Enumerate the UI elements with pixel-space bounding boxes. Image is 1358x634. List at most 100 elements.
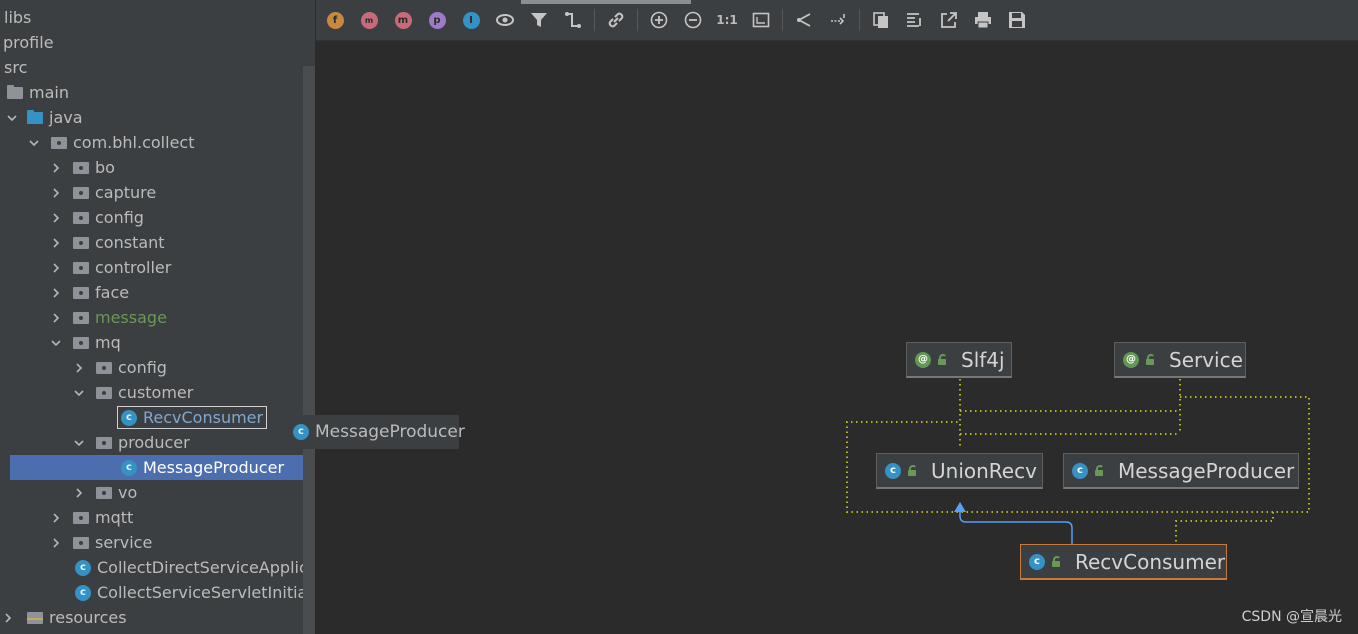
chevron-right-icon[interactable] — [50, 312, 62, 324]
tree-item-servlet-initializer[interactable]: c CollectServiceServletInitialize — [0, 580, 315, 605]
properties-icon[interactable]: m — [393, 10, 413, 30]
print-icon[interactable] — [973, 10, 993, 30]
tree-item-face[interactable]: face — [0, 280, 315, 305]
tree-item-producer[interactable]: producer — [0, 430, 315, 455]
chevron-right-icon[interactable] — [50, 262, 62, 274]
filter-icon[interactable] — [529, 10, 549, 30]
chevron-right-icon[interactable] — [2, 612, 14, 624]
watermark: CSDN @宣晨光 — [1241, 609, 1342, 625]
tree-item-bo[interactable]: bo — [0, 155, 315, 180]
chevron-right-icon[interactable] — [50, 512, 62, 524]
apply-layout-icon[interactable] — [828, 10, 848, 30]
tree-scrollbar[interactable] — [303, 66, 315, 634]
fields-icon[interactable]: f — [325, 10, 345, 30]
diagram-toolbar: f m m p I 1:1 — [316, 0, 1358, 41]
tree-item-resources[interactable]: resources — [0, 605, 315, 630]
resources-folder-icon — [26, 610, 44, 626]
tree-item-label: config — [118, 358, 167, 377]
tree-item-application-class[interactable]: c CollectDirectServiceApplicati — [0, 555, 315, 580]
node-label: Service — [1169, 347, 1243, 372]
save-icon[interactable] — [1007, 10, 1027, 30]
tree-item-label: capture — [95, 183, 157, 202]
lock-icon — [1145, 353, 1155, 366]
inner-classes-icon-letter: I — [462, 11, 480, 29]
tree-item-profile[interactable]: profile — [0, 30, 315, 55]
visibility-icon[interactable] — [495, 10, 515, 30]
edge-icon[interactable] — [563, 10, 583, 30]
copy-icon[interactable] — [871, 10, 891, 30]
node-label: RecvConsumer — [1075, 549, 1226, 574]
package-icon — [72, 335, 90, 351]
tree-item-config[interactable]: config — [0, 205, 315, 230]
zoom-in-icon[interactable] — [649, 10, 669, 30]
tree-item-label: customer — [118, 383, 194, 402]
package-icon[interactable]: p — [427, 10, 447, 30]
chevron-down-icon[interactable] — [6, 112, 18, 124]
tree-item-label: profile — [3, 33, 54, 52]
fit-content-icon[interactable] — [751, 10, 771, 30]
chevron-right-icon[interactable] — [50, 537, 62, 549]
chevron-right-icon[interactable] — [50, 212, 62, 224]
tree-item-message-producer[interactable]: c MessageProducer — [10, 455, 315, 480]
package-icon — [72, 185, 90, 201]
tree-item-message[interactable]: message — [0, 305, 315, 330]
node-slf4j[interactable]: @ Slf4j — [906, 342, 1012, 378]
node-label: MessageProducer — [1118, 458, 1295, 483]
package-icon — [72, 285, 90, 301]
tree-item-label: mq — [95, 333, 121, 352]
annotation-icon: @ — [1123, 351, 1139, 368]
zoom-out-icon[interactable] — [683, 10, 703, 30]
node-recv-consumer[interactable]: c RecvConsumer — [1020, 544, 1227, 580]
package-icon — [95, 485, 113, 501]
tree-item-label: com.bhl.collect — [73, 133, 195, 152]
tree-item-main[interactable]: main — [0, 80, 315, 105]
diagram-canvas[interactable]: @ Slf4j @ Service c UnionRecv c MessageP… — [316, 41, 1358, 634]
tree-item-constant[interactable]: constant — [0, 230, 315, 255]
node-message-producer[interactable]: c MessageProducer — [1063, 453, 1299, 489]
chevron-right-icon[interactable] — [50, 287, 62, 299]
tree-item-java[interactable]: java — [0, 105, 315, 130]
tree-item-label: RecvConsumer — [143, 408, 264, 427]
package-icon — [72, 510, 90, 526]
tree-item-mqtt[interactable]: mqtt — [0, 505, 315, 530]
tree-item-mq-config[interactable]: config — [0, 355, 315, 380]
layout-icon[interactable] — [794, 10, 814, 30]
tree-item-customer[interactable]: customer — [0, 380, 315, 405]
chevron-down-icon[interactable] — [73, 437, 85, 449]
link-icon[interactable] — [606, 10, 626, 30]
export-icon[interactable] — [939, 10, 959, 30]
tree-item-label: producer — [118, 433, 190, 452]
chevron-down-icon[interactable] — [28, 137, 40, 149]
tree-item-service[interactable]: service — [0, 530, 315, 555]
chevron-down-icon[interactable] — [73, 387, 85, 399]
chevron-right-icon[interactable] — [50, 187, 62, 199]
tree-item-recv-consumer[interactable]: c RecvConsumer — [0, 405, 315, 430]
methods-icon[interactable]: m — [359, 10, 379, 30]
chevron-right-icon[interactable] — [50, 237, 62, 249]
toolbar-separator — [782, 9, 783, 31]
tree-item-capture[interactable]: capture — [0, 180, 315, 205]
chevron-right-icon[interactable] — [73, 362, 85, 374]
package-icon-letter: p — [428, 11, 446, 29]
tree-item-vo[interactable]: vo — [0, 480, 315, 505]
actual-size-button[interactable]: 1:1 — [716, 10, 738, 30]
export-text-icon[interactable] — [905, 10, 925, 30]
package-icon — [95, 435, 113, 451]
toolbar-separator — [637, 9, 638, 31]
chevron-down-icon[interactable] — [50, 337, 62, 349]
chevron-right-icon[interactable] — [50, 162, 62, 174]
tree-item-package-root[interactable]: com.bhl.collect — [0, 130, 315, 155]
chevron-right-icon[interactable] — [73, 487, 85, 499]
tree-item-label: libs — [4, 8, 32, 27]
tree-item-libs[interactable]: libs — [0, 5, 315, 30]
inner-classes-icon[interactable]: I — [461, 10, 481, 30]
package-icon — [72, 235, 90, 251]
tree-item-mq[interactable]: mq — [0, 330, 315, 355]
tree-item-controller[interactable]: controller — [0, 255, 315, 280]
node-service[interactable]: @ Service — [1114, 342, 1246, 378]
node-union-recv[interactable]: c UnionRecv — [876, 453, 1043, 489]
tree-item-src[interactable]: src — [0, 55, 315, 80]
package-icon — [95, 360, 113, 376]
package-icon — [72, 535, 90, 551]
tree-item-label: resources — [49, 608, 127, 627]
